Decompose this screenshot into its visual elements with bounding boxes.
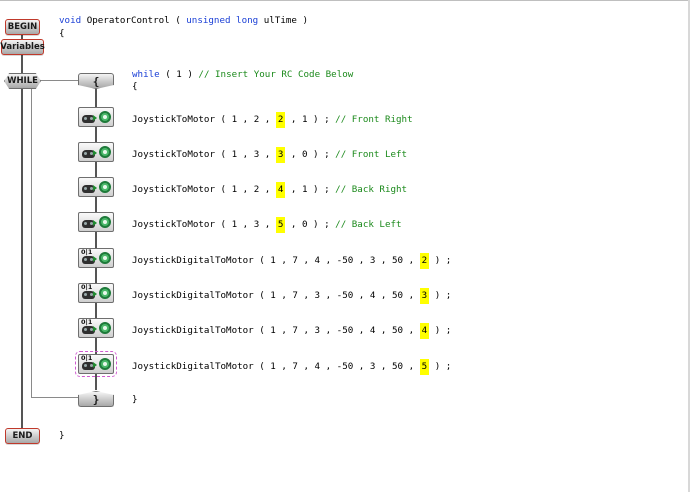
- motor-port-highlight: 4: [419, 323, 430, 339]
- arrow-icon: [93, 150, 97, 156]
- statement-text: JoystickToMotor ( 1 , 3 ,: [132, 149, 276, 160]
- statement-text: ) ;: [429, 290, 452, 301]
- joystick-to-motor-block[interactable]: [78, 107, 114, 127]
- joystick-digital-to-motor-block[interactable]: 0|1: [78, 318, 114, 338]
- statement-text: JoystickDigitalToMotor ( 1 , 7 , 4 , -50…: [132, 361, 420, 372]
- statement-text: JoystickDigitalToMotor ( 1 , 7 , 4 , -50…: [132, 255, 420, 266]
- motor-icon: [99, 216, 111, 228]
- variables-block[interactable]: Variables: [0, 39, 45, 55]
- statement-text: , 1 ) ;: [285, 184, 336, 195]
- function-name: OperatorControl (: [86, 15, 187, 26]
- statement-text: JoystickDigitalToMotor ( 1 , 7 , 3 , -50…: [132, 325, 420, 336]
- code-statement[interactable]: JoystickDigitalToMotor ( 1 , 7 , 4 , -50…: [132, 359, 451, 375]
- wire-main-trunk: [21, 88, 23, 428]
- close-brace-label: }: [92, 392, 100, 406]
- arrow-icon: [93, 256, 97, 262]
- statement-comment: // Front Right: [335, 114, 413, 125]
- motor-icon: [99, 111, 111, 123]
- digital-label: 0|1: [81, 318, 93, 326]
- open-brace-label: {: [92, 74, 100, 88]
- motor-icon: [99, 358, 111, 370]
- joystick-digital-to-motor-block[interactable]: 0|1: [78, 248, 114, 268]
- statement-comment: // Front Left: [335, 149, 408, 160]
- arrow-icon: [93, 185, 97, 191]
- while-label: WHILE: [7, 76, 38, 86]
- motor-port-highlight: 4: [275, 182, 286, 198]
- joystick-to-motor-block[interactable]: [78, 142, 114, 162]
- motor-port-highlight: 5: [419, 359, 430, 375]
- code-statement[interactable]: JoystickDigitalToMotor ( 1 , 7 , 4 , -50…: [132, 253, 451, 269]
- wire-body-trunk: [95, 88, 97, 390]
- statement-text: ) ;: [429, 255, 452, 266]
- statement-text: JoystickToMotor ( 1 , 3 ,: [132, 219, 276, 230]
- function-signature: void OperatorControl ( unsigned long ulT…: [59, 15, 308, 27]
- statement-text: JoystickDigitalToMotor ( 1 , 7 , 3 , -50…: [132, 290, 420, 301]
- joystick-to-motor-block[interactable]: [78, 177, 114, 197]
- while-condition: ( 1 ): [159, 69, 199, 80]
- begin-label: BEGIN: [7, 22, 38, 32]
- motor-port-highlight: 2: [419, 253, 430, 269]
- code-statement[interactable]: JoystickDigitalToMotor ( 1 , 7 , 3 , -50…: [132, 323, 451, 339]
- keyword-while: while: [132, 69, 160, 80]
- code-statement[interactable]: JoystickDigitalToMotor ( 1 , 7 , 3 , -50…: [132, 288, 451, 304]
- function-open-brace: {: [59, 28, 65, 39]
- statement-text: JoystickToMotor ( 1 , 2 ,: [132, 184, 276, 195]
- statement-comment: // Back Left: [335, 219, 402, 230]
- variables-label: Variables: [0, 42, 45, 52]
- arrow-icon: [93, 220, 97, 226]
- digital-label: 0|1: [81, 283, 93, 291]
- wire-loop-return: [31, 88, 32, 398]
- motor-port-highlight: 2: [275, 112, 286, 128]
- code-statement[interactable]: JoystickToMotor ( 1 , 3 , 5 , 0 ) ; // B…: [132, 217, 402, 233]
- arrow-icon: [93, 326, 97, 332]
- joystick-to-motor-block[interactable]: [78, 212, 114, 232]
- while-close-brace: }: [132, 394, 138, 405]
- keyword-unsigned-long: unsigned long: [186, 15, 259, 26]
- statement-text: , 1 ) ;: [285, 114, 336, 125]
- while-comment: // Insert Your RC Code Below: [198, 69, 354, 80]
- while-open-brace: {: [132, 81, 138, 92]
- code-statement[interactable]: JoystickToMotor ( 1 , 3 , 3 , 0 ) ; // F…: [132, 147, 407, 163]
- code-statement[interactable]: JoystickToMotor ( 1 , 2 , 2 , 1 ) ; // F…: [132, 112, 413, 128]
- digital-label: 0|1: [81, 248, 93, 256]
- keyword-void: void: [59, 15, 82, 26]
- function-arg: ulTime ): [258, 15, 308, 26]
- statement-text: , 0 ) ;: [285, 149, 336, 160]
- motor-port-highlight: 3: [419, 288, 430, 304]
- digital-label: 0|1: [81, 354, 93, 362]
- code-statement[interactable]: JoystickToMotor ( 1 , 2 , 4 , 1 ) ; // B…: [132, 182, 407, 198]
- motor-port-highlight: 3: [275, 147, 286, 163]
- end-block[interactable]: END: [5, 428, 40, 444]
- joystick-digital-to-motor-block-selected[interactable]: 0|1: [75, 351, 117, 377]
- joystick-digital-to-motor-block[interactable]: 0|1: [78, 283, 114, 303]
- statement-text: ) ;: [429, 361, 452, 372]
- motor-icon: [99, 181, 111, 193]
- arrow-icon: [93, 291, 97, 297]
- begin-block[interactable]: BEGIN: [5, 19, 40, 35]
- motor-icon: [99, 287, 111, 299]
- function-close-brace: }: [59, 430, 65, 441]
- statement-text: JoystickToMotor ( 1 , 2 ,: [132, 114, 276, 125]
- loop-open-block[interactable]: {: [78, 73, 114, 89]
- motor-icon: [99, 322, 111, 334]
- motor-port-highlight: 5: [275, 217, 286, 233]
- motor-icon: [99, 146, 111, 158]
- while-statement: while ( 1 ) // Insert Your RC Code Below: [132, 69, 353, 81]
- wire-while-body: [40, 80, 79, 81]
- while-block[interactable]: WHILE: [4, 73, 41, 89]
- statement-text: ) ;: [429, 325, 452, 336]
- motor-icon: [99, 252, 111, 264]
- arrow-icon: [93, 362, 97, 368]
- wire-variables-while: [21, 54, 23, 73]
- end-label: END: [12, 431, 33, 441]
- wire-loop-bottom: [31, 397, 79, 398]
- loop-close-block[interactable]: }: [78, 391, 114, 407]
- top-border: [0, 0, 690, 1]
- statement-comment: // Back Right: [335, 184, 408, 195]
- arrow-icon: [93, 115, 97, 121]
- statement-text: , 0 ) ;: [285, 219, 336, 230]
